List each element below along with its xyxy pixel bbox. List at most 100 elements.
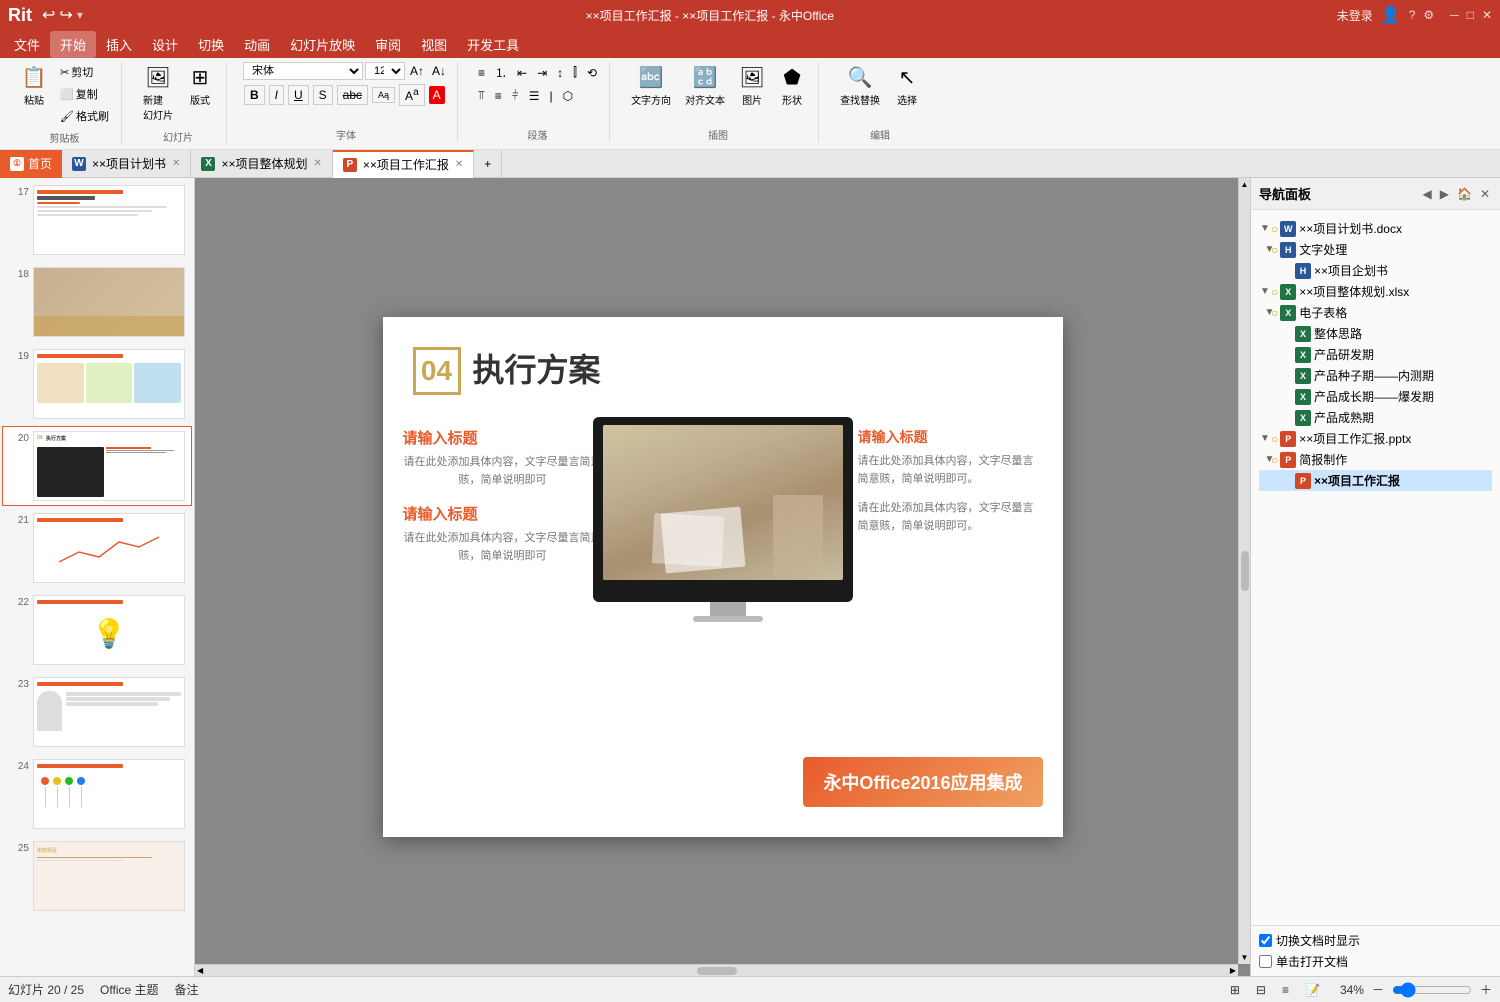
normal-view-btn[interactable]: ⊞ xyxy=(1226,981,1244,999)
font-size-dec[interactable]: A↓ xyxy=(429,63,449,79)
tree-word-processing[interactable]: ▼ ○ H 文字处理 xyxy=(1259,239,1492,260)
switch-doc-option[interactable]: 切换文档时显示 xyxy=(1259,932,1492,949)
nav-ctrl-right[interactable]: ▶ xyxy=(1438,185,1451,203)
outline-view-btn[interactable]: ≡ xyxy=(1278,981,1293,999)
select-btn[interactable]: ↖ 选择 xyxy=(889,62,925,110)
slide-view-btn[interactable]: ⊟ xyxy=(1252,981,1270,999)
single-open-checkbox[interactable] xyxy=(1259,955,1272,968)
num-list-btn[interactable]: ⒈ xyxy=(491,62,511,83)
picture-btn[interactable]: 🖼 图片 xyxy=(734,62,770,110)
align-justify[interactable]: ☰ xyxy=(525,87,544,105)
slide-item-19[interactable]: 19 xyxy=(2,344,192,424)
tree-word-doc[interactable]: H ××项目企划书 xyxy=(1259,260,1492,281)
font-size-select[interactable]: 12 xyxy=(365,62,405,80)
right-subtitle[interactable]: 请输入标题 xyxy=(858,427,1043,447)
list-btn[interactable]: ≡ xyxy=(474,64,489,82)
minimize-btn[interactable]: ─ xyxy=(1450,8,1459,22)
slide-item-25[interactable]: 25 谢谢观看 xyxy=(2,836,192,916)
col-btn[interactable]: ⫿ xyxy=(569,63,581,82)
left-text1[interactable]: 请在此处添加具体内容，文字尽量言简意赅，简单说明即可 xyxy=(403,454,603,489)
tab-report-close[interactable]: ✕ xyxy=(455,159,463,170)
superscript-btn[interactable]: Aa xyxy=(399,84,425,106)
zoom-slider[interactable] xyxy=(1392,982,1472,998)
help-icon[interactable]: ? xyxy=(1409,8,1416,22)
nav-ctrl-left[interactable]: ◀ xyxy=(1421,185,1434,203)
notes-btn[interactable]: 备注 xyxy=(175,981,199,998)
right-text2[interactable]: 请在此处添加具体内容，文字尽量言简意赅，简单说明即可。 xyxy=(858,500,1043,535)
switch-doc-checkbox[interactable] xyxy=(1259,934,1272,947)
v-scrollbar[interactable]: ▲ ▼ xyxy=(1238,178,1250,964)
h-scrollbar[interactable]: ◀ ▶ xyxy=(195,964,1238,976)
slide-item-24[interactable]: 24 xyxy=(2,754,192,834)
menu-design[interactable]: 设计 xyxy=(142,31,188,58)
tree-excel-mature[interactable]: X 产品成熟期 xyxy=(1259,407,1492,428)
tree-excel-growth[interactable]: X 产品成长期——爆发期 xyxy=(1259,386,1492,407)
find-replace-btn[interactable]: 🔍 查找替换 xyxy=(835,62,885,110)
zoom-out-btn[interactable]: － xyxy=(1372,981,1384,998)
tree-excel-seed[interactable]: X 产品种子期——内测期 xyxy=(1259,365,1492,386)
slide-item-20[interactable]: 20 04 执行方案 xyxy=(2,426,192,506)
col-sep[interactable]: | xyxy=(545,87,556,105)
menu-transition[interactable]: 切换 xyxy=(188,31,234,58)
tab-overview-close[interactable]: ✕ xyxy=(313,158,321,169)
tree-ppt-report[interactable]: P ××项目工作汇报 xyxy=(1259,470,1492,491)
slide-item-21[interactable]: 21 xyxy=(2,508,192,588)
underline-btn[interactable]: U xyxy=(288,85,309,105)
tree-excel-file[interactable]: ▼ ○ X ××项目整体规划.xlsx xyxy=(1259,281,1492,302)
slide-title[interactable]: 执行方案 xyxy=(473,345,601,391)
indent-dec-btn[interactable]: ⇤ xyxy=(513,64,531,82)
menu-insert[interactable]: 插入 xyxy=(96,31,142,58)
slide-item-23[interactable]: 23 xyxy=(2,672,192,752)
align-right[interactable]: ⫩ xyxy=(508,86,523,105)
settings-icon[interactable]: ⚙ xyxy=(1423,8,1434,22)
scroll-thumb[interactable] xyxy=(1241,551,1249,591)
tree-ppt-brief[interactable]: ▼ ○ P 简报制作 xyxy=(1259,449,1492,470)
tab-plan[interactable]: W ××项目计划书 ✕ xyxy=(62,150,191,178)
user-icon[interactable]: 👤 xyxy=(1381,5,1401,25)
bold-btn[interactable]: B xyxy=(244,85,265,105)
line-spacing-btn[interactable]: ↕ xyxy=(553,64,567,82)
menu-animation[interactable]: 动画 xyxy=(234,31,280,58)
slide-item-22[interactable]: 22 💡 xyxy=(2,590,192,670)
nav-ctrl-home[interactable]: 🏠 xyxy=(1455,185,1474,203)
left-subtitle1[interactable]: 请输入标题 xyxy=(403,427,603,448)
tab-home[interactable]: ① 首页 xyxy=(0,150,62,178)
slide-item-18[interactable]: 18 xyxy=(2,262,192,342)
text-dir-btn[interactable]: ⟲ xyxy=(583,64,601,82)
italic-btn[interactable]: I xyxy=(269,85,284,105)
smartart-btn[interactable]: ⬡ xyxy=(559,87,577,105)
left-text2[interactable]: 请在此处添加具体内容，文字尽量言简意赅，简单说明即可 xyxy=(403,530,603,565)
strikethrough-btn[interactable]: abc xyxy=(337,85,368,105)
font-size-inc[interactable]: A↑ xyxy=(407,63,427,79)
tree-excel-sheet[interactable]: ▼ ○ X 电子表格 xyxy=(1259,302,1492,323)
menu-review[interactable]: 审阅 xyxy=(365,31,411,58)
menu-developer[interactable]: 开发工具 xyxy=(457,31,529,58)
right-text1[interactable]: 请在此处添加具体内容，文字尽量言简意赅，简单说明即可。 xyxy=(858,453,1043,488)
zoom-in-btn[interactable]: ＋ xyxy=(1480,981,1492,998)
menu-home[interactable]: 开始 xyxy=(50,31,96,58)
format-painter-btn[interactable]: 🖌 格式刷 xyxy=(56,106,113,126)
shape-btn[interactable]: ⬟ 形状 xyxy=(774,62,810,110)
align-text-btn[interactable]: 🔡 对齐文本 xyxy=(680,62,730,110)
nav-close-btn[interactable]: ✕ xyxy=(1478,185,1492,203)
scroll-right-btn[interactable]: ▶ xyxy=(1228,964,1238,976)
tab-plan-close[interactable]: ✕ xyxy=(172,158,180,169)
maximize-btn[interactable]: □ xyxy=(1467,8,1474,22)
shadow-btn[interactable]: S xyxy=(313,85,333,105)
copy-btn[interactable]: ⬜ 复制 xyxy=(56,84,113,104)
cut-btn[interactable]: ✂ 剪切 xyxy=(56,62,113,82)
layout-btn[interactable]: ⊞ 版式 xyxy=(182,62,218,110)
new-slide-btn[interactable]: 🖼 新建幻灯片 xyxy=(138,62,178,125)
slide-item-17[interactable]: 17 xyxy=(2,180,192,260)
notes-view-btn[interactable]: 📝 xyxy=(1301,981,1324,999)
tab-report[interactable]: P ××项目工作汇报 ✕ xyxy=(333,150,474,178)
tree-excel-overview[interactable]: X 整体思路 xyxy=(1259,323,1492,344)
login-status[interactable]: 未登录 xyxy=(1337,7,1373,24)
text-dir-btn2[interactable]: 🔤 文字方向 xyxy=(626,62,676,110)
h-scroll-thumb[interactable] xyxy=(697,967,737,975)
tree-word-file[interactable]: ▼ ○ W ××项目计划书.docx xyxy=(1259,218,1492,239)
tree-excel-rnd[interactable]: X 产品研发期 xyxy=(1259,344,1492,365)
menu-file[interactable]: 文件 xyxy=(4,31,50,58)
tab-new[interactable]: + xyxy=(474,150,502,178)
left-subtitle2[interactable]: 请输入标题 xyxy=(403,503,603,524)
